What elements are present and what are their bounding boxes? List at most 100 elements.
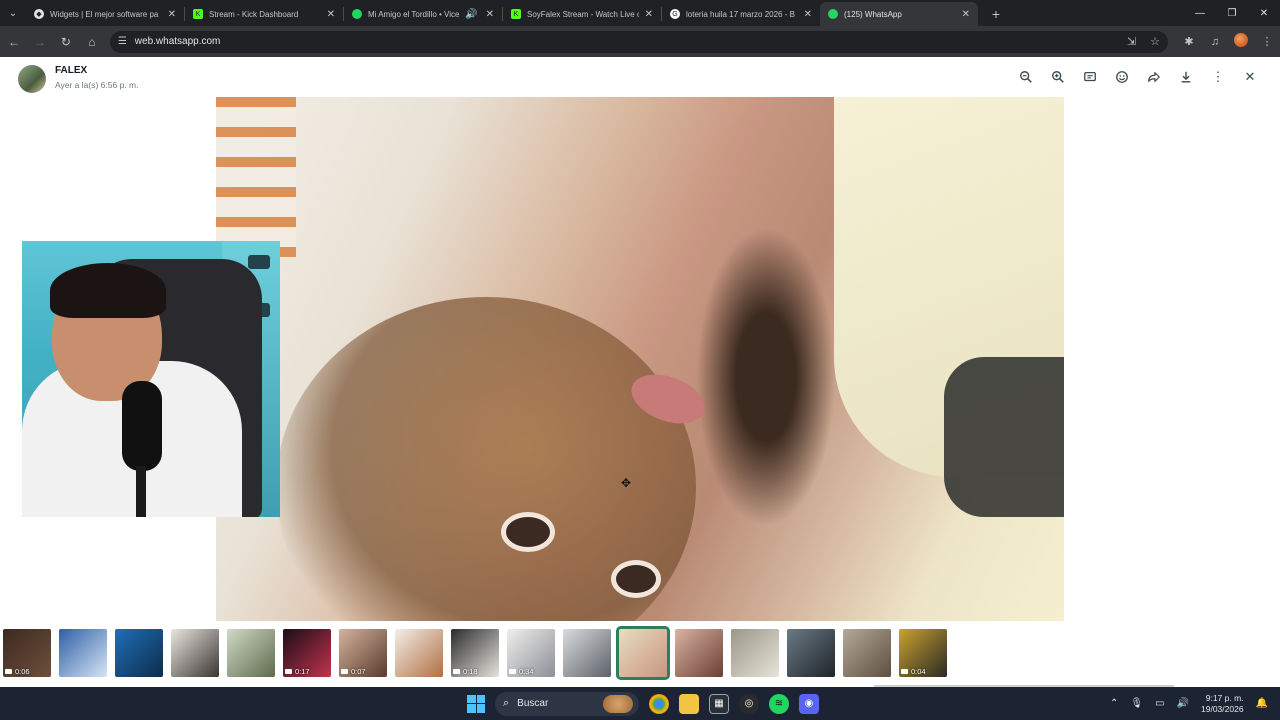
close-tab-icon[interactable]: ✕ xyxy=(168,9,176,20)
tab-title: Mi Amigo el Tordillo • Vice xyxy=(368,9,460,19)
mic-stand xyxy=(136,466,146,517)
video-duration: 0:06 xyxy=(5,667,30,676)
tab-title: Stream - Kick Dashboard xyxy=(209,9,299,19)
media-thumbnail[interactable] xyxy=(395,629,443,677)
tab-title: loteria huila 17 marzo 2026 - B xyxy=(686,9,795,19)
back-icon[interactable]: ← xyxy=(2,30,26,54)
url-text: web.whatsapp.com xyxy=(134,36,221,47)
media-thumbnail[interactable] xyxy=(227,629,275,677)
media-photo[interactable] xyxy=(216,97,1064,621)
video-duration-label: 0:34 xyxy=(519,667,534,676)
media-thumbnail[interactable] xyxy=(787,629,835,677)
reload-icon[interactable]: ↻ xyxy=(54,30,78,54)
tab-spotify[interactable]: Mi Amigo el Tordillo • Vice 🔊 ✕ xyxy=(344,2,502,26)
video-camera-icon xyxy=(285,669,292,674)
media-thumbnail[interactable]: 0:06 xyxy=(3,629,51,677)
whatsapp-icon xyxy=(828,9,838,19)
chrome-icon[interactable] xyxy=(649,693,669,714)
network-icon[interactable]: ▭ xyxy=(1155,698,1164,709)
notifications-icon[interactable]: 🔔 xyxy=(1256,698,1268,709)
zoom-in-icon[interactable] xyxy=(1042,67,1074,87)
photo-eye xyxy=(506,517,550,547)
video-duration-label: 0:06 xyxy=(15,667,30,676)
video-camera-icon xyxy=(901,669,908,674)
media-thumbnail[interactable] xyxy=(675,629,723,677)
restore-icon[interactable]: ❐ xyxy=(1216,0,1248,26)
react-emoji-icon[interactable] xyxy=(1106,67,1138,87)
microphone-tray-icon[interactable]: 🎙 xyxy=(1130,698,1143,709)
new-tab-button[interactable]: + xyxy=(984,2,1008,26)
media-thumbnail[interactable] xyxy=(731,629,779,677)
tab-kick-dashboard[interactable]: K Stream - Kick Dashboard ✕ xyxy=(185,2,343,26)
discord-icon[interactable]: ◉ xyxy=(799,693,819,714)
media-thumbnail[interactable]: 0:04 xyxy=(899,629,947,677)
install-app-icon[interactable]: ⇲ xyxy=(1127,35,1136,48)
close-tab-icon[interactable]: ✕ xyxy=(645,9,653,20)
media-thumbnail[interactable]: 0:07 xyxy=(339,629,387,677)
show-hidden-icons-icon[interactable]: ⌃ xyxy=(1110,698,1118,709)
spotify-icon[interactable]: ≋ xyxy=(769,693,789,714)
window-controls: — ❐ ✕ xyxy=(1184,0,1280,26)
extensions-icon[interactable]: ✱ xyxy=(1176,35,1202,48)
media-thumbnail[interactable] xyxy=(616,626,670,680)
sender-name: FALEX xyxy=(55,65,88,76)
taskbar-clock[interactable]: 9:17 p. m. 19/03/2026 xyxy=(1201,693,1244,715)
media-controls-icon[interactable]: ♫ xyxy=(1202,36,1228,48)
clock-time: 9:17 p. m. xyxy=(1205,692,1244,703)
tab-soyfalex-stream[interactable]: K SoyFalex Stream - Watch Live o ✕ xyxy=(503,2,661,26)
taskbar-search-label: Buscar xyxy=(517,698,549,709)
volume-icon[interactable]: 🔊 xyxy=(1177,698,1189,709)
go-to-message-icon[interactable] xyxy=(1074,67,1106,87)
webcam-overlay xyxy=(22,241,280,517)
video-duration-label: 0:18 xyxy=(463,667,478,676)
media-thumbnail[interactable]: 0:18 xyxy=(451,629,499,677)
site-info-icon[interactable]: ☰ xyxy=(118,36,127,47)
media-thumbnail[interactable] xyxy=(171,629,219,677)
tab-google-search[interactable]: G loteria huila 17 marzo 2026 - B ✕ xyxy=(662,2,820,26)
browser-tab-strip: ⌄ ◆ Widgets | El mejor software pa ✕ K S… xyxy=(0,0,1280,26)
audio-playing-icon[interactable]: 🔊 xyxy=(465,9,477,20)
address-bar[interactable]: ☰ web.whatsapp.com ⇲ ☆ xyxy=(109,30,1168,53)
close-tab-icon[interactable]: ✕ xyxy=(327,9,335,20)
system-tray: ⌃ 🎙 ▭ 🔊 9:17 p. m. 19/03/2026 🔔 xyxy=(1098,687,1268,720)
windows-start-icon[interactable] xyxy=(467,694,485,713)
tab-widgets[interactable]: ◆ Widgets | El mejor software pa ✕ xyxy=(26,2,184,26)
sender-timestamp: Ayer a la(s) 6:56 p. m. xyxy=(55,80,139,90)
forward-icon[interactable] xyxy=(1138,67,1170,87)
media-thumbnail[interactable] xyxy=(59,629,107,677)
browser-menu-icon[interactable]: ⋮ xyxy=(1254,35,1280,48)
more-options-icon[interactable]: ⋮ xyxy=(1202,67,1234,87)
sender-avatar[interactable] xyxy=(18,65,46,93)
video-duration: 0:34 xyxy=(509,667,534,676)
tab-search-icon[interactable]: ⌄ xyxy=(0,0,26,26)
bookmark-star-icon[interactable]: ☆ xyxy=(1150,35,1160,48)
browser-toolbar: ← → ↻ ⌂ ☰ web.whatsapp.com ⇲ ☆ ✱ ♫ ⋮ xyxy=(0,26,1280,57)
media-thumbnail[interactable] xyxy=(843,629,891,677)
close-tab-icon[interactable]: ✕ xyxy=(962,9,970,20)
taskbar-search[interactable]: ⌕ Buscar xyxy=(495,691,639,716)
media-thumbnail[interactable]: 0:34 xyxy=(507,629,555,677)
close-window-icon[interactable]: ✕ xyxy=(1248,0,1280,26)
file-explorer-icon[interactable] xyxy=(679,693,699,714)
store-icon[interactable]: ▦ xyxy=(709,693,729,714)
forward-icon[interactable]: → xyxy=(28,30,52,54)
zoom-out-icon[interactable] xyxy=(1010,67,1042,87)
close-tab-icon[interactable]: ✕ xyxy=(804,9,812,20)
media-thumbnail[interactable]: 0:17 xyxy=(283,629,331,677)
download-icon[interactable] xyxy=(1170,67,1202,87)
video-duration: 0:17 xyxy=(285,667,310,676)
media-thumbnail[interactable] xyxy=(115,629,163,677)
close-viewer-icon[interactable]: ✕ xyxy=(1234,67,1266,87)
kick-icon: K xyxy=(193,9,203,19)
home-icon[interactable]: ⌂ xyxy=(80,30,104,54)
webcam-person-hair xyxy=(50,263,166,318)
search-icon: ⌕ xyxy=(503,697,510,709)
tab-whatsapp[interactable]: (125) WhatsApp ✕ xyxy=(820,2,978,26)
video-duration-label: 0:07 xyxy=(351,667,366,676)
profile-avatar[interactable] xyxy=(1228,33,1254,50)
media-thumbnail[interactable] xyxy=(563,629,611,677)
photo-shadow xyxy=(944,357,1064,517)
obs-icon[interactable]: ◎ xyxy=(739,693,759,714)
close-tab-icon[interactable]: ✕ xyxy=(486,9,494,20)
minimize-icon[interactable]: — xyxy=(1184,0,1216,26)
